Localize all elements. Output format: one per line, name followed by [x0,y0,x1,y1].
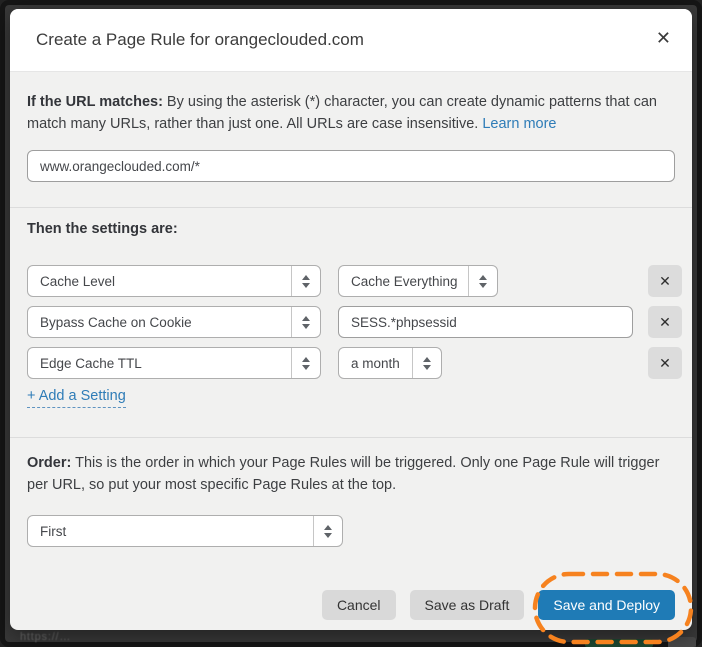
stepper-icon [291,348,320,378]
stepper-icon [468,266,497,296]
setting-select-label: Cache Level [28,274,291,289]
learn-more-link[interactable]: Learn more [482,116,556,132]
modal-footer: Cancel Save as Draft Save and Deploy [322,590,675,620]
save-and-deploy-button[interactable]: Save and Deploy [538,590,675,620]
stepper-icon [412,348,441,378]
stepper-icon [291,266,320,296]
stepper-icon [313,516,342,546]
close-icon[interactable]: ✕ [656,29,671,47]
setting-select-label: Bypass Cache on Cookie [28,315,291,330]
background-widget [668,637,696,647]
setting-select-cache-level[interactable]: Cache Level [27,265,321,297]
order-body: This is the order in which your Page Rul… [27,455,659,493]
value-select-ttl[interactable]: a month [338,347,442,379]
value-select-cache-everything[interactable]: Cache Everything [338,265,498,297]
screenshot-frame: https://… Create a Page Rule for orangec… [0,0,702,647]
add-setting-link[interactable]: + Add a Setting [27,388,126,408]
value-select-label: a month [339,356,412,371]
cookie-pattern-input[interactable] [338,306,633,338]
stepper-icon [291,307,320,337]
order-select-label: First [28,524,313,539]
url-pattern-input[interactable] [27,150,675,182]
save-as-draft-button[interactable]: Save as Draft [410,590,525,620]
url-match-description: If the URL matches: By using the asteris… [27,91,676,135]
section-divider [10,207,692,208]
remove-setting-button[interactable]: ✕ [648,306,682,338]
setting-select-edge-cache-ttl[interactable]: Edge Cache TTL [27,347,321,379]
setting-select-bypass-cache[interactable]: Bypass Cache on Cookie [27,306,321,338]
setting-select-label: Edge Cache TTL [28,356,291,371]
page-rule-modal: Create a Page Rule for orangeclouded.com… [10,9,692,630]
order-lead: Order: [27,455,71,471]
modal-header: Create a Page Rule for orangeclouded.com… [10,9,692,72]
modal-title: Create a Page Rule for orangeclouded.com [36,30,364,50]
section-divider [10,437,692,438]
value-select-label: Cache Everything [339,274,468,289]
cancel-button[interactable]: Cancel [322,590,396,620]
remove-setting-button[interactable]: ✕ [648,347,682,379]
remove-setting-button[interactable]: ✕ [648,265,682,297]
background-widget [585,639,653,647]
order-select[interactable]: First [27,515,343,547]
url-match-lead: If the URL matches: [27,94,163,110]
settings-heading: Then the settings are: [27,221,178,237]
background-status-text: https://… [20,631,71,643]
order-description: Order: This is the order in which your P… [27,452,676,496]
